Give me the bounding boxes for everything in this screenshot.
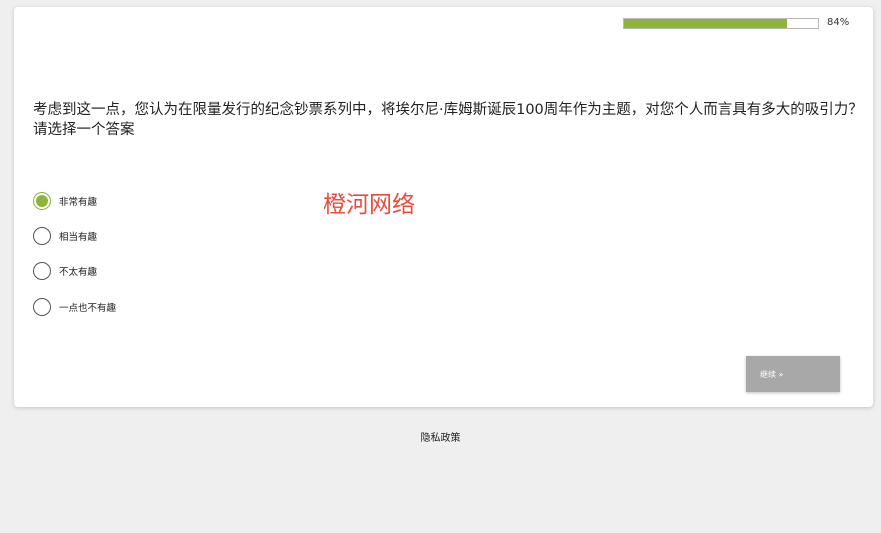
radio-button[interactable] [33, 298, 51, 316]
option-very-interesting[interactable]: 非常有趣 [33, 190, 97, 212]
radio-button[interactable] [33, 192, 51, 210]
progress-bar [623, 18, 819, 29]
progress-percent: 84% [827, 17, 850, 28]
question-text: 考虑到这一点，您认为在限量发行的纪念钞票系列中，将埃尔尼·库姆斯诞辰100周年作… [33, 102, 863, 138]
option-fairly-interesting[interactable]: 相当有趣 [33, 225, 97, 247]
radio-button[interactable] [33, 262, 51, 280]
radio-button[interactable] [33, 227, 51, 245]
option-label: 不太有趣 [59, 267, 98, 278]
option-label: 非常有趣 [59, 197, 98, 208]
option-not-interesting-at-all[interactable]: 一点也不有趣 [33, 296, 116, 318]
continue-button[interactable]: 继续 » [746, 356, 840, 392]
progress-fill [624, 19, 787, 28]
option-label: 相当有趣 [59, 232, 98, 243]
watermark-text: 橙河网络 [323, 192, 415, 218]
option-not-very-interesting[interactable]: 不太有趣 [33, 260, 97, 282]
survey-card: 84% 考虑到这一点，您认为在限量发行的纪念钞票系列中，将埃尔尼·库姆斯诞辰10… [14, 7, 873, 407]
privacy-policy-link[interactable]: 隐私政策 [0, 429, 881, 444]
option-label: 一点也不有趣 [59, 303, 117, 314]
